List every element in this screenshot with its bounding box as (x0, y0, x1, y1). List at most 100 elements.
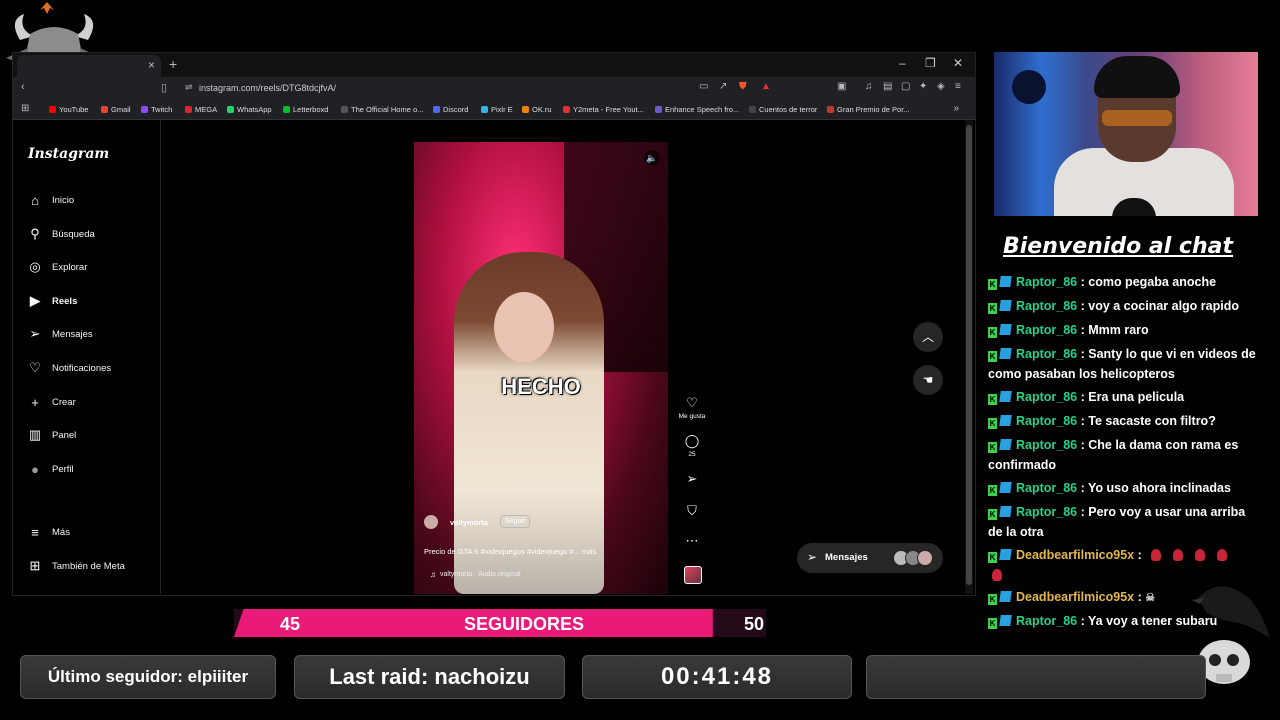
tab-search-icon[interactable]: ▣ (837, 81, 846, 92)
more-bookmarks-icon[interactable]: » (953, 103, 959, 114)
bookmark-y2meta[interactable]: Y2meta - Free Yout... (563, 105, 644, 114)
chat-username: Deadbearfilmico95x (1016, 590, 1135, 604)
maximize-button[interactable]: ❐ (925, 56, 936, 70)
nav-reels[interactable]: ▶ Reels (27, 291, 77, 311)
nav-crear[interactable]: + Crear (27, 392, 76, 412)
sub-badge-icon (999, 300, 1012, 311)
menu-icon[interactable]: ≡ (955, 81, 961, 92)
bookmark-cuentos-terror[interactable]: Cuentos de terror (749, 105, 817, 114)
nav-tambien-de-meta[interactable]: ⊞ También de Meta (27, 556, 125, 576)
nav-panel[interactable]: ▥ Panel (27, 425, 76, 445)
kick-badge-icon: K (988, 327, 997, 338)
y2meta-icon (563, 106, 570, 113)
extensions-icon[interactable]: ✦ (919, 81, 927, 92)
reel-audio[interactable]: valtymorta · Audio original (440, 571, 521, 578)
bookmark-whatsapp[interactable]: WhatsApp (227, 105, 272, 114)
bookmark-enhance-speech[interactable]: Enhance Speech fro... (655, 105, 739, 114)
cast-icon[interactable]: ▭ (699, 81, 708, 92)
bookmark-pixlr[interactable]: Pixlr E (481, 105, 513, 114)
bookmark-youtube[interactable]: YouTube (49, 105, 88, 114)
bookmark-twitch[interactable]: Twitch (141, 105, 172, 114)
save-button[interactable]: ⛉ (677, 503, 707, 519)
brave-shield-icon[interactable]: ⛊ (739, 81, 747, 92)
sub-badge-icon (999, 549, 1012, 560)
bookmark-gmail[interactable]: Gmail (101, 105, 131, 114)
hand-cursor-icon: ☚ (922, 373, 934, 387)
rewards-icon[interactable]: ▲ (761, 81, 771, 92)
sidebar-toggle-icon[interactable]: ▤ (883, 81, 892, 92)
bookmark-letterboxd[interactable]: Letterboxd (283, 105, 328, 114)
twitch-icon (141, 106, 148, 113)
chat-username: Raptor_86 (1016, 390, 1078, 404)
messages-pill[interactable]: ➢ Mensajes (797, 543, 943, 573)
nav-inicio[interactable]: ⌂ Inicio (27, 190, 74, 210)
meta-icon: ⊞ (29, 558, 41, 573)
chat-username: Raptor_86 (1016, 505, 1078, 519)
volume-icon[interactable]: 🔈 (644, 150, 660, 166)
whatsapp-icon (227, 106, 234, 113)
reel-author-avatar[interactable] (424, 515, 438, 529)
apps-grid-icon[interactable]: ⊞ (21, 103, 29, 114)
rose-emote-icon (1195, 549, 1206, 561)
media-icon[interactable]: ♫ (865, 81, 873, 92)
wallet-icon[interactable]: ▢ (901, 81, 910, 92)
bookmark-okru[interactable]: OK.ru (522, 105, 552, 114)
stream-timer-panel: 00:41:48 (582, 655, 852, 699)
kick-badge-icon: K (988, 509, 997, 520)
empty-panel (866, 655, 1206, 699)
reels-icon: ▶ (30, 293, 40, 308)
heart-icon: ♡ (29, 360, 41, 375)
next-reel-button[interactable]: ☚ (913, 365, 943, 395)
comment-count: 25 (688, 451, 696, 458)
site-info-icon[interactable]: ⇌ (185, 82, 193, 93)
reel-video[interactable]: HECHO 🔈 valtymorta Seguir Precio de GTA … (414, 142, 668, 594)
instagram-logo[interactable]: Instagram (28, 146, 109, 162)
nav-mensajes[interactable]: ➢ Mensajes (27, 324, 93, 344)
previous-reel-button[interactable]: ︿ (913, 322, 943, 352)
nav-busqueda[interactable]: ⚲ Búsqueda (27, 224, 95, 244)
url-input[interactable]: instagram.com/reels/DTG8tdcjfvA/ (199, 83, 336, 93)
bookmark-official-home[interactable]: The Official Home o... (341, 105, 423, 114)
minimize-button[interactable]: – (899, 56, 906, 70)
follow-button[interactable]: Seguir (500, 515, 531, 528)
nav-mas[interactable]: ≡ Más (27, 522, 70, 542)
bookmark-discord[interactable]: Discord (433, 105, 468, 114)
reel-description[interactable]: Precio de GTA 6 #videojuegos #videojuego… (424, 547, 596, 556)
tab-close-icon[interactable]: × (148, 58, 155, 72)
bookmark-mega[interactable]: MEGA (185, 105, 217, 114)
audio-thumbnail[interactable] (684, 566, 702, 584)
reel-username[interactable]: valtymorta (450, 518, 488, 527)
mega-icon (185, 106, 192, 113)
back-icon[interactable]: ‹ (21, 81, 25, 93)
new-tab-button[interactable]: + (169, 56, 177, 72)
comment-button[interactable]: ◯ 25 (677, 433, 707, 458)
close-window-button[interactable]: ✕ (953, 56, 963, 70)
last-raid-text: Last raid: nachoizu (329, 664, 530, 689)
kick-badge-icon: K (988, 303, 997, 314)
browser-tab[interactable]: × (17, 55, 161, 77)
like-button[interactable]: ♡ Me gusta (677, 395, 707, 420)
share-icon[interactable]: ↗ (719, 81, 727, 92)
follower-goal: 50 (744, 614, 765, 634)
chat-text: Yo uso ahora inclinadas (1088, 481, 1231, 495)
nav-notificaciones[interactable]: ♡ Notificaciones (27, 358, 111, 378)
ellipsis-icon: ⋯ (685, 533, 699, 548)
chat-message: K Raptor_86 : Era una pelicula (988, 390, 1185, 405)
chat-username: Raptor_86 (1016, 614, 1078, 628)
messages-label: Mensajes (825, 552, 868, 563)
vpn-icon[interactable]: ◈ (937, 81, 945, 92)
chat-username: Raptor_86 (1016, 481, 1078, 495)
nav-explorar[interactable]: ◎ Explorar (27, 257, 87, 277)
chat-message: K Raptor_86 : como pegaba anoche (988, 275, 1217, 290)
racing-icon (827, 106, 834, 113)
scrollbar-thumb[interactable] (966, 125, 972, 585)
chat-message: K Raptor_86 : Pero voy a usar una arriba … (988, 505, 1246, 539)
gmail-icon (101, 106, 108, 113)
share-button[interactable]: ➢ (677, 471, 707, 487)
bookmark-gran-premio[interactable]: Gran Premio de Por... (827, 105, 910, 114)
chat-message: K Raptor_86 : Te sacaste con filtro? (988, 414, 1216, 429)
bookmark-page-icon[interactable]: ▯ (161, 81, 167, 94)
more-options-button[interactable]: ⋯ (677, 533, 707, 549)
bookmark-icon: ⛉ (687, 503, 697, 518)
nav-perfil[interactable]: ● Perfil (27, 459, 74, 479)
